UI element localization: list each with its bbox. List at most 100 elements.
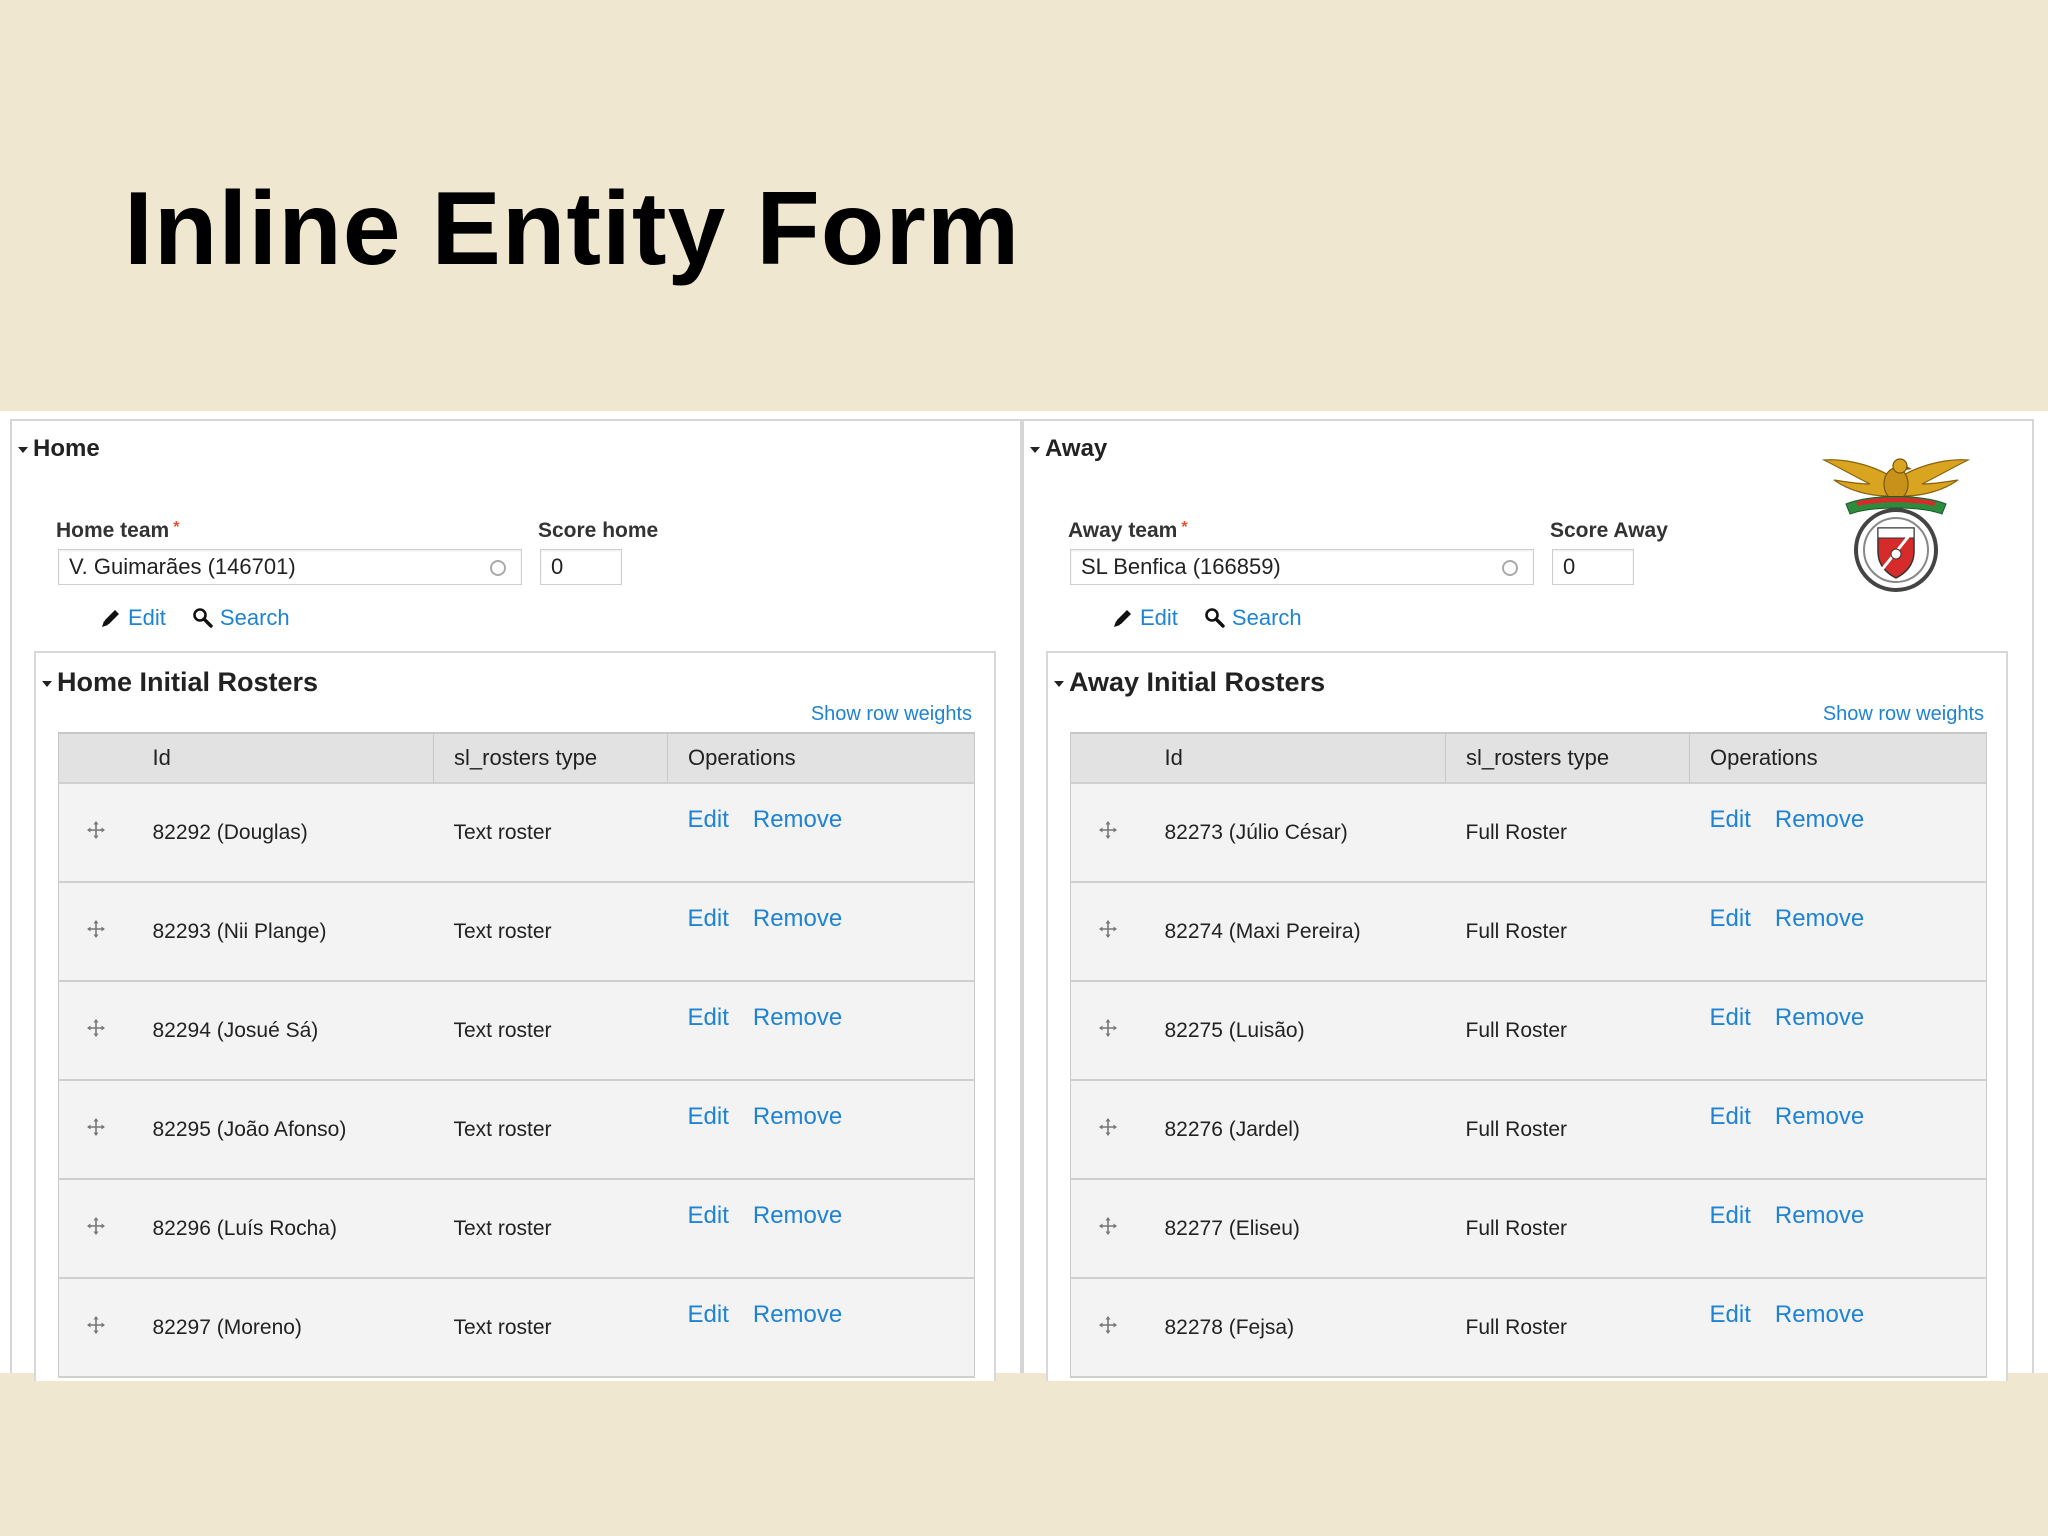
row-edit-link[interactable]: Edit [1710, 1202, 1751, 1230]
away-team-input[interactable] [1070, 549, 1534, 585]
drag-column-header [1070, 732, 1145, 784]
roster-type-cell: Text roster [433, 1277, 668, 1378]
drag-cell[interactable] [1070, 1079, 1145, 1180]
roster-id-cell: 82292 (Douglas) [132, 782, 434, 883]
table-row: 82294 (Josué Sá) Text roster Edit Remove [58, 980, 975, 1081]
away-rosters-table: Id sl_rosters type Operations 82273 (Júl… [1070, 732, 1987, 1378]
row-edit-link[interactable]: Edit [688, 1004, 729, 1032]
home-search-link[interactable]: Search [220, 605, 290, 631]
collapse-triangle-icon [18, 447, 28, 453]
roster-type-cell: Full Roster [1445, 782, 1690, 883]
row-edit-link[interactable]: Edit [1710, 905, 1751, 933]
collapse-triangle-icon [1030, 447, 1040, 453]
drag-handle-icon[interactable] [1098, 1216, 1117, 1235]
drag-handle-icon[interactable] [1098, 919, 1117, 938]
table-row: 82274 (Maxi Pereira) Full Roster Edit Rem… [1070, 881, 1987, 982]
roster-type-cell: Text roster [433, 980, 668, 1081]
drag-cell[interactable] [58, 980, 133, 1081]
drag-cell[interactable] [1070, 980, 1145, 1081]
drag-cell[interactable] [58, 1277, 133, 1378]
row-edit-link[interactable]: Edit [1710, 1103, 1751, 1131]
drag-cell[interactable] [1070, 881, 1145, 982]
operations-column-header: Operations [667, 732, 975, 784]
row-remove-link[interactable]: Remove [1775, 1301, 1864, 1329]
home-edit-link[interactable]: Edit [128, 605, 166, 631]
away-legend[interactable]: Away [1030, 435, 1107, 463]
table-row: 82277 (Eliseu) Full Roster Edit Remove [1070, 1178, 1987, 1279]
drag-handle-icon[interactable] [86, 919, 105, 938]
table-row: 82276 (Jardel) Full Roster Edit Remove [1070, 1079, 1987, 1180]
row-edit-link[interactable]: Edit [1710, 1004, 1751, 1032]
row-edit-link[interactable]: Edit [688, 1103, 729, 1131]
drag-handle-icon[interactable] [86, 820, 105, 839]
away-search-link[interactable]: Search [1232, 605, 1302, 631]
table-row: 82278 (Fejsa) Full Roster Edit Remove [1070, 1277, 1987, 1378]
required-marker: * [1181, 519, 1188, 536]
drag-cell[interactable] [1070, 1277, 1145, 1378]
row-edit-link[interactable]: Edit [688, 1301, 729, 1329]
table-header-row: Id sl_rosters type Operations [1070, 732, 1987, 784]
operations-cell: Edit Remove [667, 1277, 975, 1378]
row-remove-link[interactable]: Remove [753, 1004, 842, 1032]
away-show-row-weights-link[interactable]: Show row weights [1823, 703, 1984, 726]
drag-cell[interactable] [58, 782, 133, 883]
drag-cell[interactable] [58, 1079, 133, 1180]
row-remove-link[interactable]: Remove [1775, 1202, 1864, 1230]
roster-id-cell: 82297 (Moreno) [132, 1277, 434, 1378]
home-rosters-legend[interactable]: Home Initial Rosters [42, 667, 318, 698]
home-legend[interactable]: Home [18, 435, 100, 463]
row-edit-link[interactable]: Edit [688, 806, 729, 834]
roster-type-cell: Text roster [433, 881, 668, 982]
table-row: 82296 (Luís Rocha) Text roster Edit Remov… [58, 1178, 975, 1279]
autocomplete-throbber-icon [1502, 560, 1518, 576]
row-edit-link[interactable]: Edit [688, 905, 729, 933]
sl-benfica-crest-icon [1821, 458, 1971, 592]
home-team-label-text: Home team [56, 519, 170, 542]
row-remove-link[interactable]: Remove [1775, 1103, 1864, 1131]
drag-column-header [58, 732, 133, 784]
row-remove-link[interactable]: Remove [1775, 806, 1864, 834]
row-remove-link[interactable]: Remove [753, 1202, 842, 1230]
drag-handle-icon[interactable] [86, 1018, 105, 1037]
drag-handle-icon[interactable] [86, 1216, 105, 1235]
drag-cell[interactable] [58, 881, 133, 982]
required-marker: * [173, 519, 180, 536]
drag-handle-icon[interactable] [1098, 1315, 1117, 1334]
away-rosters-body: 82273 (Júlio César) Full Roster Edit Remo… [1070, 782, 1987, 1378]
row-remove-link[interactable]: Remove [753, 1103, 842, 1131]
score-home-input[interactable] [540, 549, 622, 585]
row-edit-link[interactable]: Edit [688, 1202, 729, 1230]
drag-handle-icon[interactable] [86, 1315, 105, 1334]
row-remove-link[interactable]: Remove [753, 905, 842, 933]
row-remove-link[interactable]: Remove [753, 1301, 842, 1329]
row-edit-link[interactable]: Edit [1710, 1301, 1751, 1329]
roster-type-cell: Full Roster [1445, 1277, 1690, 1378]
away-team-label-text: Away team [1068, 519, 1178, 542]
drag-handle-icon[interactable] [86, 1117, 105, 1136]
away-rosters-legend[interactable]: Away Initial Rosters [1054, 667, 1325, 698]
home-rosters-table: Id sl_rosters type Operations 82292 (Dou… [58, 732, 975, 1378]
drag-cell[interactable] [1070, 782, 1145, 883]
score-away-input[interactable] [1552, 549, 1634, 585]
home-legend-label: Home [33, 435, 100, 462]
away-legend-label: Away [1045, 435, 1108, 462]
roster-id-cell: 82276 (Jardel) [1144, 1079, 1446, 1180]
away-edit-link[interactable]: Edit [1140, 605, 1178, 631]
drag-cell[interactable] [1070, 1178, 1145, 1279]
drag-handle-icon[interactable] [1098, 1117, 1117, 1136]
home-team-input[interactable] [58, 549, 522, 585]
drag-handle-icon[interactable] [1098, 1018, 1117, 1037]
score-away-label: Score Away [1550, 519, 1668, 542]
row-edit-link[interactable]: Edit [1710, 806, 1751, 834]
id-column-header: Id [1144, 732, 1446, 784]
score-home-label: Score home [538, 519, 659, 542]
drag-cell[interactable] [58, 1178, 133, 1279]
row-remove-link[interactable]: Remove [1775, 1004, 1864, 1032]
home-show-row-weights-link[interactable]: Show row weights [811, 703, 972, 726]
row-remove-link[interactable]: Remove [753, 806, 842, 834]
row-remove-link[interactable]: Remove [1775, 905, 1864, 933]
table-row: 82275 (Luisão) Full Roster Edit Remove [1070, 980, 1987, 1081]
roster-id-cell: 82295 (João Afonso) [132, 1079, 434, 1180]
roster-id-cell: 82293 (Nii Plange) [132, 881, 434, 982]
drag-handle-icon[interactable] [1098, 820, 1117, 839]
